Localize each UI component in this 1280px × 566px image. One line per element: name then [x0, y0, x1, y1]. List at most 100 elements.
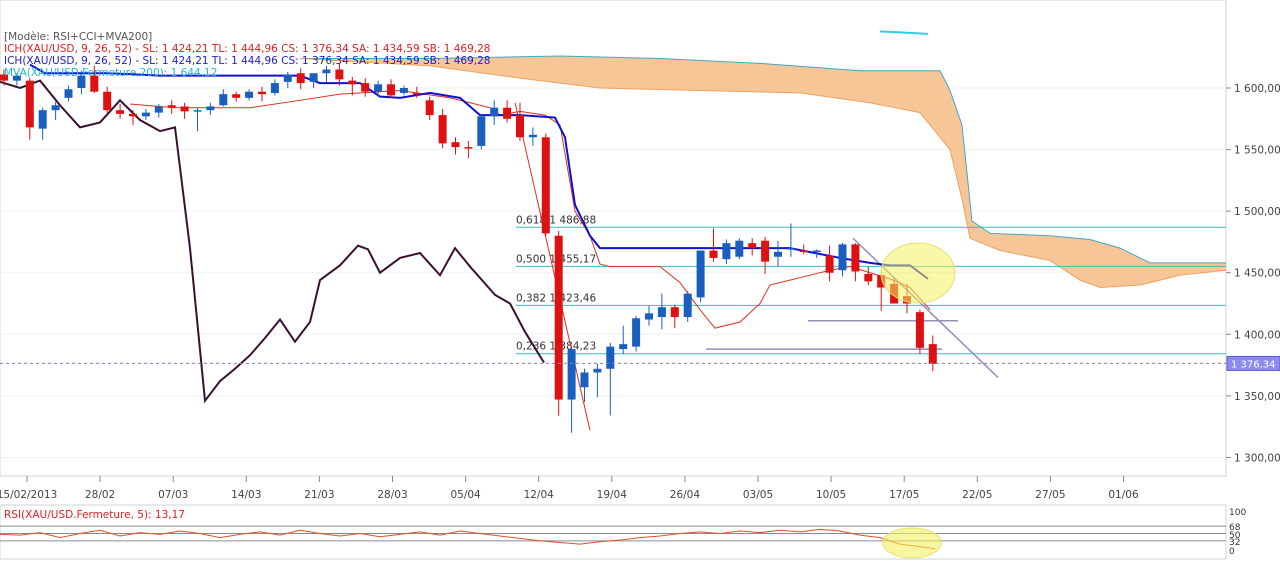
candle-body — [528, 134, 537, 138]
candle-body — [619, 344, 628, 350]
price-tick-label: 1 550,00 — [1234, 145, 1280, 157]
candle-body — [64, 89, 73, 98]
candle-body — [348, 80, 357, 85]
candle-body — [477, 116, 486, 146]
price-tick-label: 1 300,00 — [1234, 452, 1280, 464]
candle-body — [129, 113, 137, 117]
rsi-axis-label: 100 — [1229, 508, 1246, 518]
candle-body — [657, 307, 666, 318]
candle-body — [258, 91, 266, 95]
candle-body — [25, 80, 34, 128]
date-tick-label: 19/04 — [597, 489, 628, 501]
candle-body — [103, 91, 112, 111]
date-tick-label: 27/05 — [1035, 489, 1065, 501]
candle-body — [296, 73, 305, 84]
candle-body — [580, 372, 589, 388]
candle-body — [245, 91, 254, 98]
candle-body — [709, 250, 718, 258]
candle-body — [516, 115, 524, 138]
candle-body — [283, 74, 292, 82]
chart-window: 0,618 1 486,88 0,500 1 455,17 0,382 1 423,… — [0, 0, 1280, 562]
candle-body — [786, 248, 795, 250]
candle-body — [180, 106, 189, 112]
candle-body — [464, 147, 473, 149]
candle-body — [696, 250, 705, 298]
price-chart[interactable]: 0,618 1 486,880,500 1 455,170,382 1 423,… — [0, 0, 1280, 562]
candle-body — [567, 349, 576, 400]
candle-body — [593, 368, 602, 373]
ich-legend-blue: ICH(XAU/USD, 9, 26, 52) - SL: 1 424,21 T… — [4, 55, 490, 67]
candle-body — [154, 106, 163, 113]
candle-body — [335, 69, 344, 80]
date-tick-label: 03/05 — [743, 489, 773, 501]
candle-body — [387, 84, 395, 96]
candle-body — [825, 255, 834, 273]
candle-body — [812, 250, 821, 253]
date-tick-label: 28/02 — [85, 489, 115, 501]
candle-body — [774, 251, 782, 257]
candle-body — [399, 88, 408, 93]
candle-body — [206, 106, 215, 111]
mva-legend: MVA(XAU/USD.Fermeture,200): 1 644,12 — [4, 67, 217, 79]
candle-body — [761, 240, 770, 262]
date-tick-label: 07/03 — [158, 489, 188, 501]
date-tick-label: 12/04 — [524, 489, 555, 501]
date-tick-label: 28/03 — [377, 489, 407, 501]
rsi-legend: RSI(XAU/USD.Fermeture, 5): 13,17 — [4, 509, 185, 521]
candle-body — [193, 110, 202, 112]
candle-body — [270, 83, 279, 93]
date-tick-label: 10/05 — [816, 489, 846, 501]
candle-body — [606, 346, 615, 369]
candle-body — [722, 243, 731, 260]
candle-body — [928, 344, 937, 364]
candle-body — [361, 83, 370, 92]
candle-body — [645, 313, 653, 320]
date-tick-label: 21/03 — [304, 489, 334, 501]
candle-body — [38, 110, 47, 129]
date-tick-label: 15/02/2013 — [0, 489, 57, 501]
price-tick-label: 1 600,00 — [1234, 83, 1280, 95]
candle-body — [503, 107, 512, 119]
candle-body — [438, 115, 447, 144]
price-tick-label: 1 400,00 — [1234, 329, 1280, 341]
candle-body — [838, 244, 847, 271]
ich-legend-red: ICH(XAU/USD, 9, 26, 52) - SL: 1 424,21 T… — [4, 43, 490, 55]
candle-body — [232, 94, 241, 98]
candle-body — [451, 142, 460, 148]
candle-body — [322, 69, 331, 74]
price-tick-label: 1 450,00 — [1234, 268, 1280, 280]
candle-body — [141, 112, 150, 117]
price-tick-label: 1 350,00 — [1234, 391, 1280, 403]
candle-body — [309, 73, 318, 82]
date-tick-label: 01/06 — [1108, 489, 1139, 501]
candle-body — [490, 107, 499, 117]
model-label: [Modèle: RSI+CCI+MVA200] — [4, 31, 152, 43]
candle-body — [851, 244, 860, 272]
date-tick-label: 17/05 — [889, 489, 919, 501]
candle-body — [915, 312, 924, 348]
candle-body — [374, 84, 383, 92]
date-tick-label: 26/04 — [670, 489, 701, 501]
candle-body — [683, 293, 692, 318]
candle-body — [116, 110, 125, 114]
current-price-label: 1 376,34 — [1231, 359, 1276, 370]
date-tick-label: 05/04 — [450, 489, 481, 501]
rsi-axis-label: 0 — [1229, 547, 1235, 557]
candle-body — [412, 92, 421, 95]
price-tick-label: 1 500,00 — [1234, 206, 1280, 218]
candle-body — [748, 243, 757, 249]
candle-body — [864, 273, 873, 282]
annotations — [880, 242, 956, 304]
candle-body — [735, 240, 744, 257]
candle-body — [219, 94, 228, 106]
date-tick-label: 22/05 — [962, 489, 992, 501]
candle-body — [670, 307, 679, 318]
highlight-ellipse — [880, 242, 956, 304]
candle-body — [632, 318, 641, 347]
candle-body — [51, 105, 60, 111]
candle-body — [425, 100, 434, 116]
candle-body — [799, 250, 808, 253]
candle-body — [554, 235, 563, 400]
date-tick-label: 14/03 — [231, 489, 261, 501]
candle-body — [541, 137, 550, 234]
